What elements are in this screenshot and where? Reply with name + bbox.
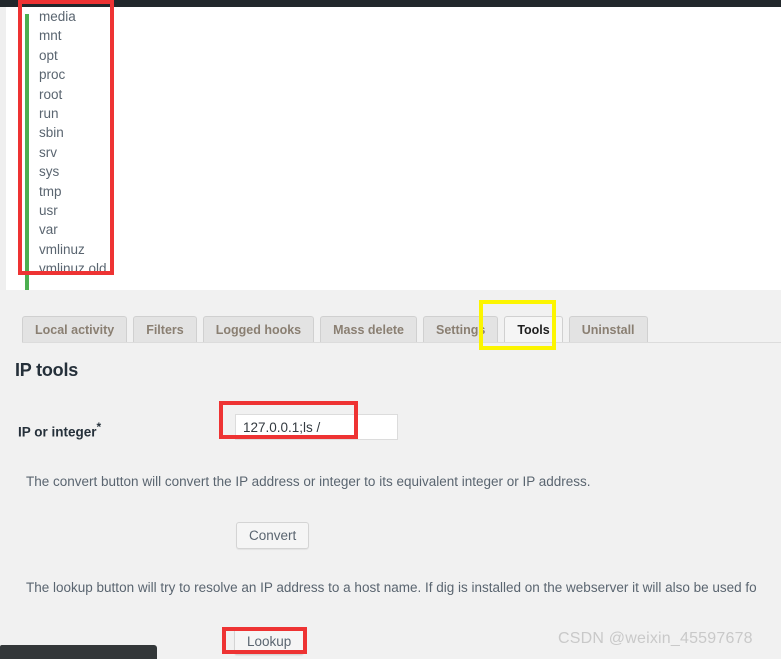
tab-tools[interactable]: Tools (504, 316, 563, 343)
convert-button[interactable]: Convert (236, 522, 310, 549)
tab-label: Filters (146, 323, 184, 337)
directory-entry: proc (39, 67, 66, 83)
tab-label: Settings (436, 323, 486, 337)
directory-entry: sbin (39, 125, 64, 141)
required-asterisk: * (96, 420, 102, 434)
directory-entry: tmp (39, 183, 62, 199)
browser-top-bar (0, 0, 781, 7)
tab-label: Tools (517, 323, 550, 337)
directory-entry: srv (39, 144, 57, 160)
tab-filters[interactable]: Filters (133, 316, 197, 343)
tab-bar: Local activity Filters Logged hooks Mass de… (22, 316, 648, 343)
browser-download-bar[interactable] (0, 645, 157, 659)
tab-label: Logged hooks (215, 323, 302, 337)
tab-bar-underline (22, 342, 781, 343)
command-output-panel: media mnt opt proc root run sbin srv sys tmp usr va… (6, 7, 781, 297)
directory-entry: opt (39, 47, 58, 63)
ip-or-integer-input[interactable] (235, 414, 398, 440)
directory-entry: vmlinuz (39, 241, 85, 257)
directory-entry: var (39, 222, 58, 238)
directory-entry: media (39, 9, 76, 24)
tab-uninstall[interactable]: Uninstall (568, 316, 648, 343)
lookup-help-text: The lookup button will try to resolve an… (26, 580, 757, 595)
directory-entry: mnt (39, 28, 62, 44)
watermark: CSDN @weixin_45597678 (558, 630, 753, 647)
directory-entry: sys (39, 164, 60, 180)
tab-label: Uninstall (581, 323, 635, 337)
success-accent-bar (25, 14, 29, 297)
page-title: IP tools (15, 360, 79, 380)
tab-mass-delete[interactable]: Mass delete (320, 316, 418, 343)
tab-label: Mass delete (333, 323, 405, 337)
directory-entry: run (39, 105, 59, 121)
ip-or-integer-label: IP or integer* (18, 420, 101, 440)
lookup-button[interactable]: Lookup (234, 628, 305, 655)
convert-help-text: The convert button will convert the IP a… (26, 474, 591, 489)
tab-settings[interactable]: Settings (423, 316, 499, 343)
directory-entry: usr (39, 202, 58, 218)
directory-listing: media mnt opt proc root run sbin srv sys tmp usr va… (39, 7, 119, 278)
directory-entry: vmlinuz.old (39, 261, 107, 277)
tab-local-activity[interactable]: Local activity (22, 316, 128, 343)
tab-label: Local activity (35, 323, 115, 337)
directory-entry: root (39, 86, 63, 102)
ip-or-integer-label-text: IP or integer (18, 424, 97, 440)
tab-logged-hooks[interactable]: Logged hooks (202, 316, 315, 343)
